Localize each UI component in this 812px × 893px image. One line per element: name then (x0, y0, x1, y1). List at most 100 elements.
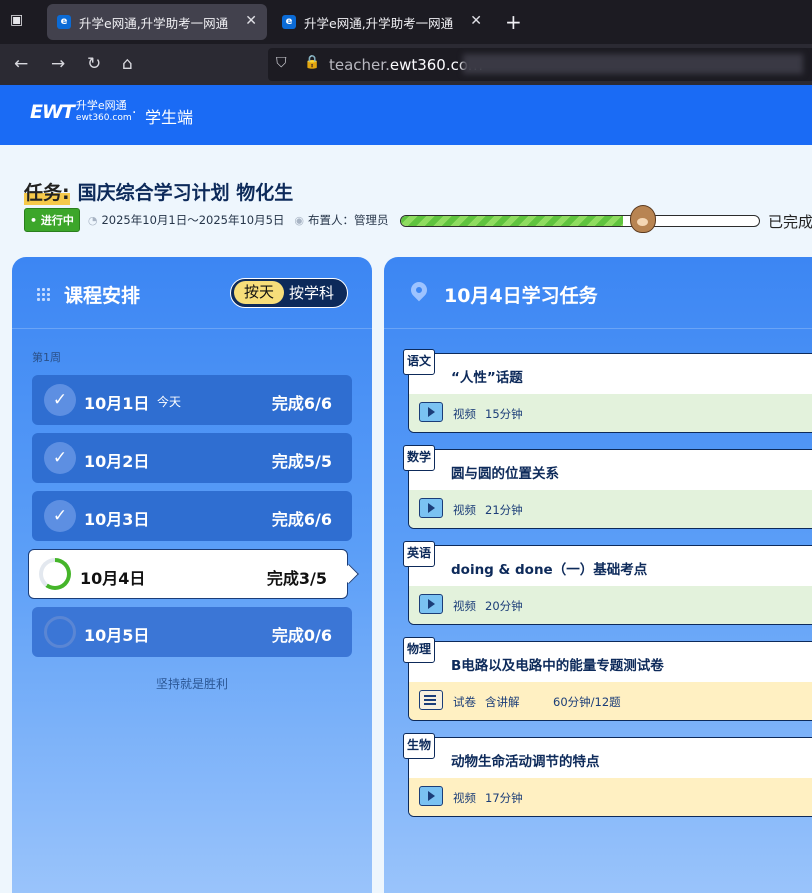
task-card-info: 视频 21分钟 (409, 490, 812, 528)
subject-tag: 生物 (403, 733, 436, 759)
mascot-icon (630, 205, 656, 233)
redacted-area (463, 54, 803, 74)
day-item[interactable]: ✓ 10月1日 今天 完成6/6 (32, 375, 352, 425)
task-title: 任务: 国庆综合学习计划 物化生 (24, 178, 293, 205)
subject-tag: 数学 (403, 445, 436, 471)
task-card-title: 动物生命活动调节的特点 (451, 754, 600, 770)
check-icon: ✓ (44, 442, 76, 474)
site-logo[interactable]: EWT 升学e网通 ewt360.com (30, 100, 132, 124)
shield-icon[interactable]: ⛉ (276, 55, 287, 71)
empty-ring-icon (44, 616, 76, 648)
paper-icon (419, 690, 443, 710)
day-date: 10月4日 (80, 569, 146, 588)
address-bar[interactable]: ⛉ 🔒 teacher.ewt360.com (268, 48, 812, 81)
day-count: 完成6/6 (271, 394, 332, 413)
selected-arrow (339, 564, 359, 584)
task-card[interactable]: B电路以及电路中的能量专题测试卷 试卷 含讲解 60分钟/12题 (408, 641, 812, 721)
task-card[interactable]: “人性”话题 视频 15分钟 (408, 353, 812, 433)
lock-icon[interactable]: 🔒 (304, 55, 320, 70)
week-label: 第1周 (32, 351, 61, 364)
day-item[interactable]: 10月5日 完成0/6 (32, 607, 352, 657)
subject-tag: 物理 (403, 637, 436, 663)
browser-nav-bar: ← → ↻ ⌂ ⛉ 🔒 teacher.ewt360.com (0, 44, 812, 85)
schedule-title: 课程安排 (64, 285, 141, 307)
browser-tab-1[interactable]: e 升学e网通,升学助考一网通 ✕ (47, 4, 267, 40)
motto: 坚持就是胜利 (155, 677, 228, 691)
task-tag-colon: : (62, 182, 70, 204)
tasks-panel: 10月4日学习任务 语文 “人性”话题 视频 15分钟 数学 圆与圆的位置关系 … (384, 257, 812, 893)
reload-icon[interactable]: ↻ (87, 54, 101, 74)
task-extra: 含讲解 (485, 695, 520, 709)
url-text[interactable]: teacher.ewt360.com (329, 56, 483, 74)
day-item[interactable]: ✓ 10月3日 完成6/6 (32, 491, 352, 541)
task-card-title: B电路以及电路中的能量专题测试卷 (451, 658, 664, 674)
task-name: 国庆综合学习计划 物化生 (77, 182, 294, 204)
day-date: 10月5日 (84, 626, 150, 645)
logo-sub: ewt360.com (75, 113, 132, 123)
view-toggle[interactable]: 按天 按学科 (230, 278, 348, 308)
task-meta: • 进行中 ◔ 2025年10月1日～2025年10月5日 ◉ 布置人：管理员 (24, 206, 389, 234)
browser-tab-2[interactable]: e 升学e网通,升学助考一网通 ✕ (272, 4, 492, 40)
task-tag-text: 任务 (24, 182, 63, 204)
day-count: 完成0/6 (271, 626, 332, 645)
location-pin-icon (407, 278, 431, 302)
task-card-title: “人性”话题 (451, 370, 523, 386)
site-favicon-icon: e (282, 15, 296, 29)
logo-text: 升学e网通 ewt360.com (76, 100, 132, 124)
task-card[interactable]: doing & done（一）基础考点 视频 20分钟 (408, 545, 812, 625)
subject-tag: 英语 (403, 541, 436, 567)
task-duration: 17分钟 (485, 791, 523, 805)
calendar-grid-icon (36, 287, 51, 301)
date-range: 2025年10月1日～2025年10月5日 (101, 213, 285, 227)
url-domain: teacher. (329, 56, 390, 74)
check-icon: ✓ (44, 500, 76, 532)
task-duration: 20分钟 (485, 599, 523, 613)
status-badge: • 进行中 (24, 208, 80, 232)
tab-overview-icon[interactable]: ▣ (10, 12, 30, 30)
tab-title: 升学e网通,升学助考一网通 (304, 15, 454, 31)
clock-icon: ◔ (87, 213, 98, 227)
assigner: 布置人：管理员 (308, 213, 389, 227)
toggle-by-subject[interactable]: 按学科 (289, 282, 334, 303)
back-icon[interactable]: ← (14, 54, 28, 74)
task-kind: 试卷 (453, 695, 476, 709)
task-card-info: 视频 15分钟 (409, 394, 812, 432)
day-count: 完成3/5 (266, 569, 327, 588)
day-date: 10月1日 (84, 394, 150, 413)
task-card-title: doing & done（一）基础考点 (451, 562, 648, 578)
day-date: 10月2日 (84, 452, 150, 471)
home-icon[interactable]: ⌂ (122, 54, 133, 74)
logo-mark: EWT (30, 101, 75, 123)
tab-title: 升学e网通,升学助考一网通 (79, 15, 229, 31)
site-favicon-icon: e (57, 15, 71, 29)
close-icon[interactable]: ✕ (245, 13, 257, 29)
task-duration: 15分钟 (485, 407, 523, 421)
task-kind: 视频 (453, 503, 476, 517)
plus-icon[interactable]: + (505, 10, 522, 34)
task-card-title: 圆与圆的位置关系 (451, 466, 559, 482)
user-icon: ◉ (294, 213, 305, 227)
task-tag: 任务: (24, 178, 70, 205)
progress-fill (401, 216, 623, 226)
task-kind: 视频 (453, 407, 476, 421)
tasks-title: 10月4日学习任务 (444, 285, 598, 307)
day-item-selected[interactable]: 10月4日 完成3/5 (28, 549, 359, 599)
video-icon (419, 498, 443, 518)
schedule-panel: 课程安排 按天 按学科 第1周 ✓ 10月1日 今天 完成6/6 ✓ 10月2日… (12, 257, 372, 893)
task-card[interactable]: 动物生命活动调节的特点 视频 17分钟 (408, 737, 812, 817)
video-icon (419, 594, 443, 614)
schedule-header: 课程安排 按天 按学科 (12, 257, 372, 329)
forward-icon[interactable]: → (51, 54, 65, 74)
tasks-header: 10月4日学习任务 (384, 257, 812, 329)
day-date: 10月3日 (84, 510, 150, 529)
close-icon[interactable]: ✕ (470, 13, 482, 29)
task-card-info: 试卷 含讲解 60分钟/12题 (409, 682, 812, 720)
task-kind: 视频 (453, 791, 476, 805)
task-progress-bar (400, 215, 760, 227)
header-separator: · (132, 105, 137, 121)
task-card-info: 视频 17分钟 (409, 778, 812, 816)
task-card[interactable]: 圆与圆的位置关系 视频 21分钟 (408, 449, 812, 529)
video-icon (419, 402, 443, 422)
toggle-by-day[interactable]: 按天 (234, 281, 284, 304)
day-item[interactable]: ✓ 10月2日 完成5/5 (32, 433, 352, 483)
